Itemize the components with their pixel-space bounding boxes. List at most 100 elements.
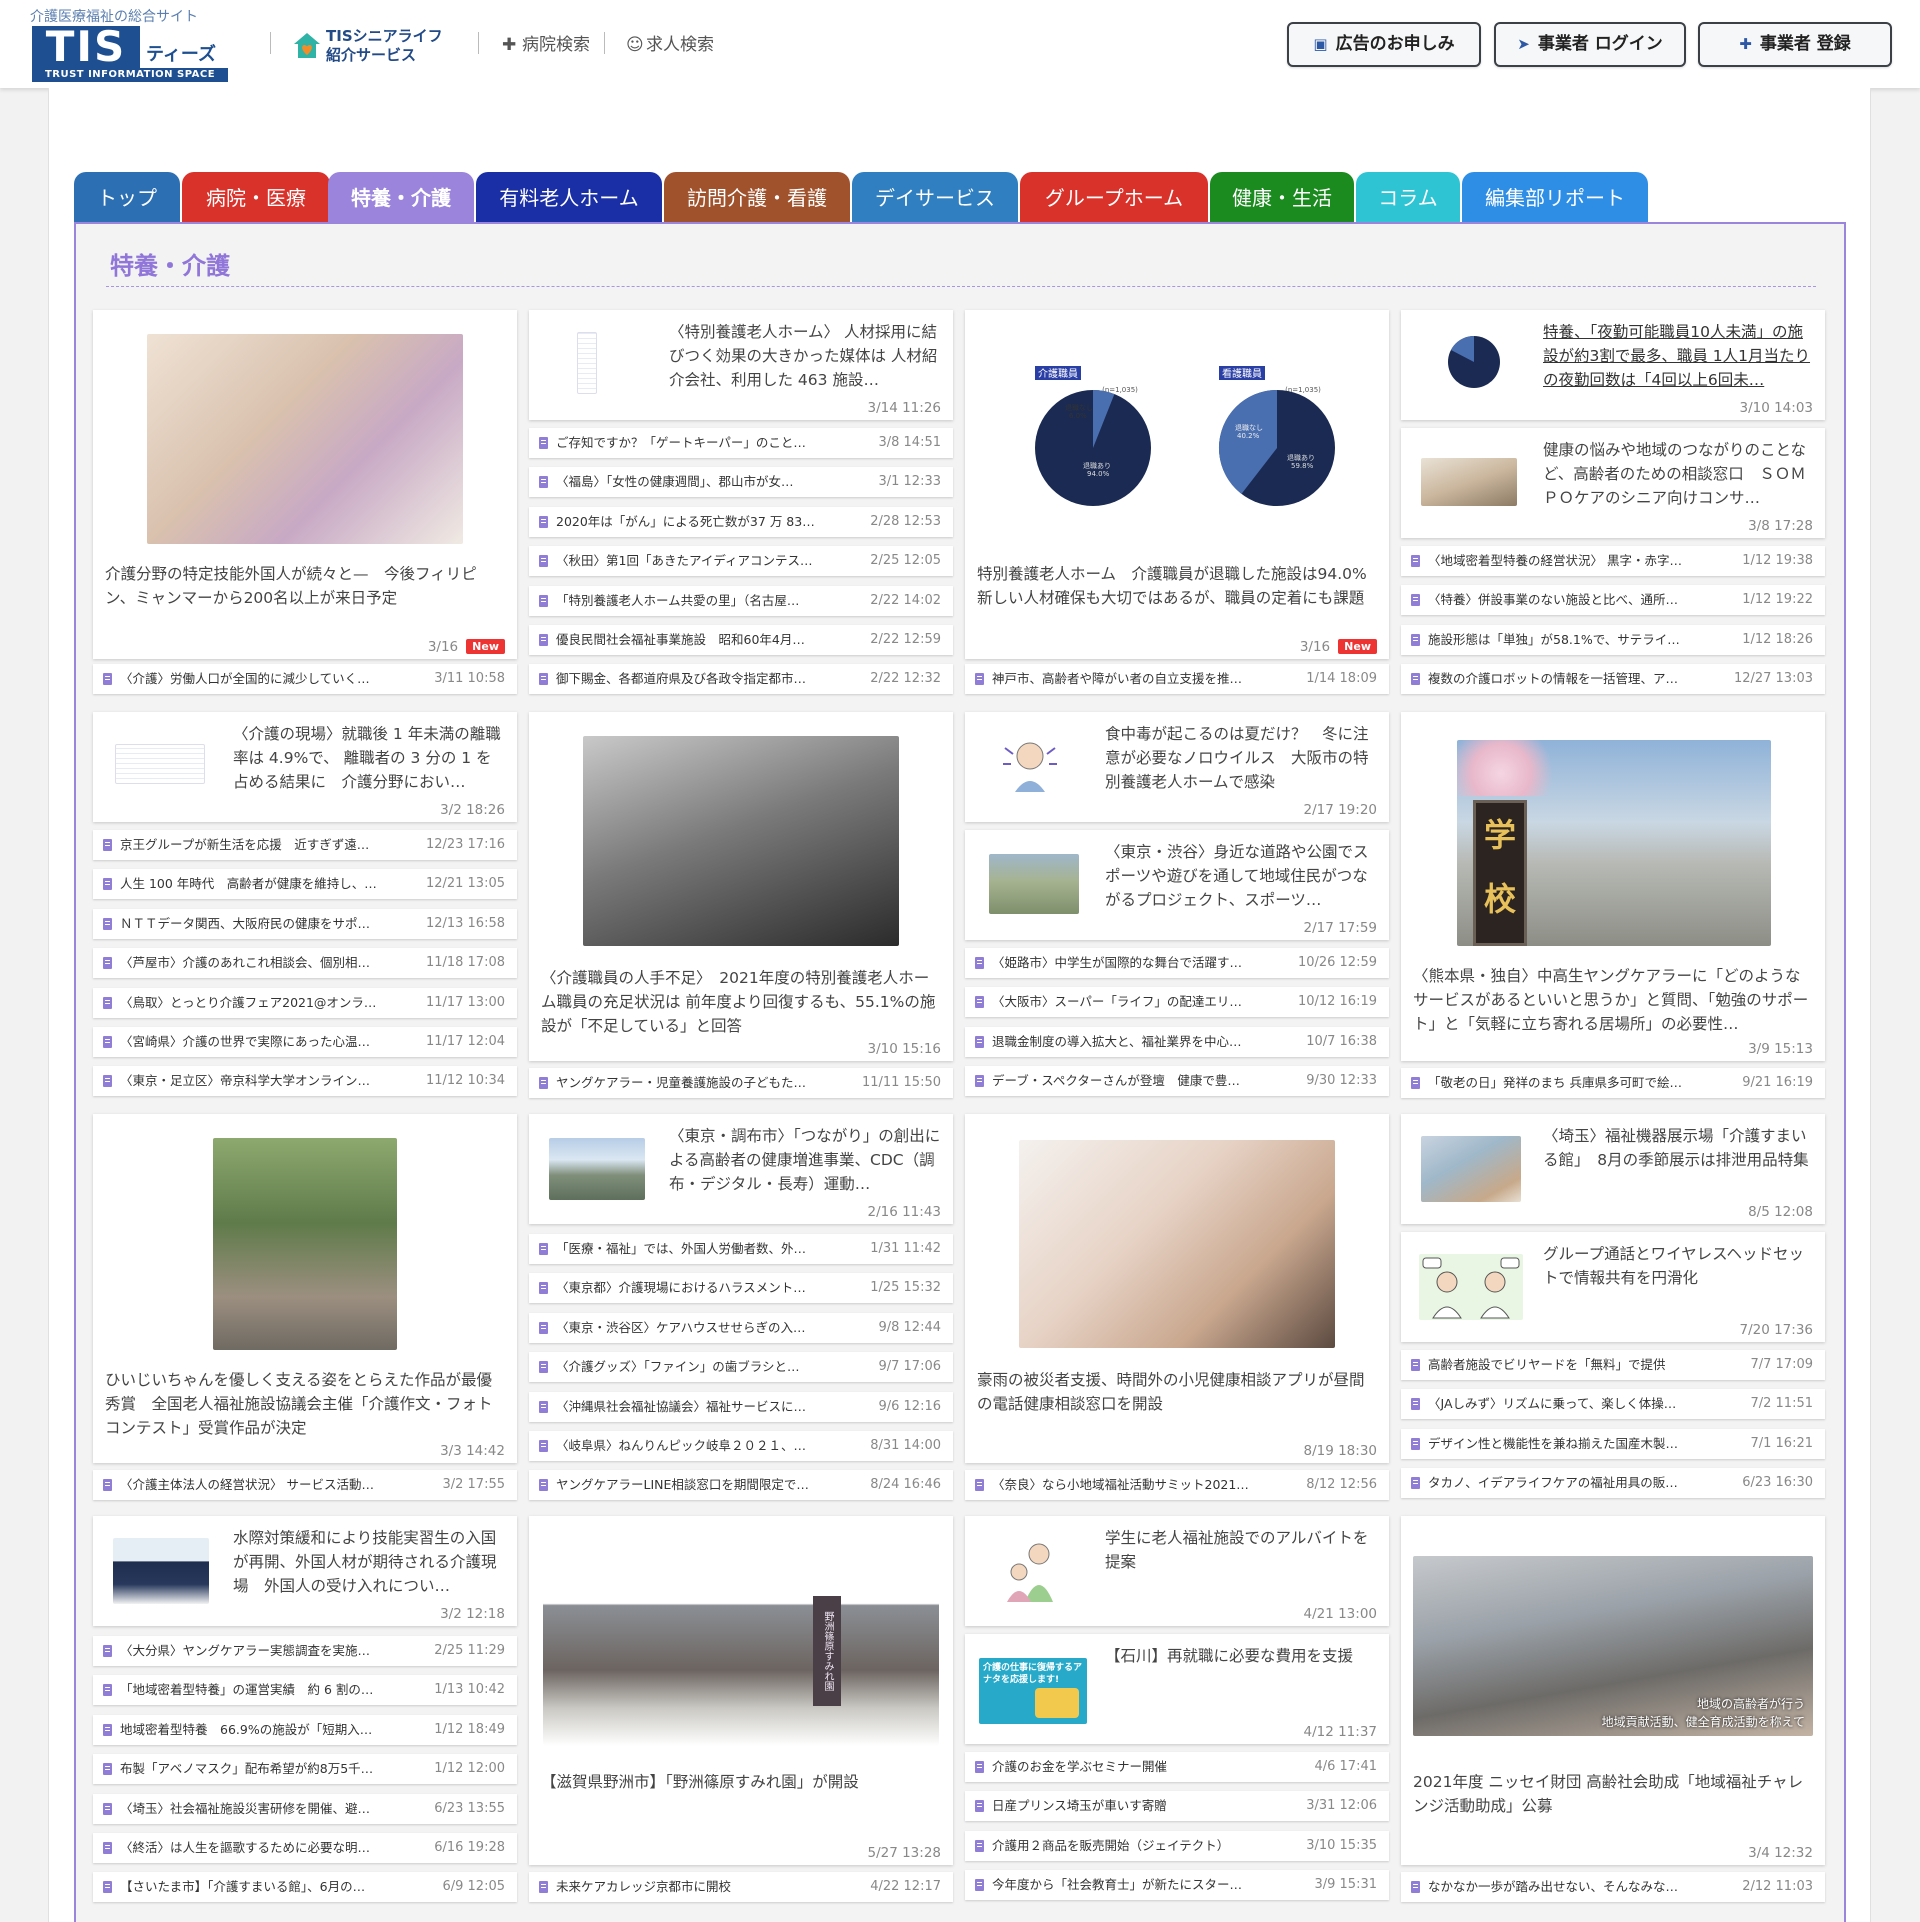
article-card[interactable]: 〈介護の現場〉就職後 1 年未満の離職率は 4.9%で、 離職者の 3 分の 1… [93, 712, 517, 822]
headline-row[interactable]: 〈秋田〉第1回「あきたアイディアコンテス… 2/25 12:05 [529, 546, 953, 577]
headline-title[interactable]: 〈東京都〉介護現場におけるハラスメント… [556, 1273, 806, 1303]
headline-title[interactable]: 介護用２商品を販売開始（ジェイテクト） [992, 1831, 1229, 1861]
article-card[interactable]: 学生に老人福祉施設でのアルバイトを提案 4/21 13:00 [965, 1516, 1389, 1626]
headline-title[interactable]: 〈埼玉〉社会福祉施設災害研修を開催、避… [120, 1794, 370, 1824]
headline-row[interactable]: 〈芦屋市〉介護のあれこれ相談会、個別相… 11/18 17:08 [93, 948, 517, 979]
headline-row[interactable]: 地域密着型特養 66.9%の施設が「短期入… 1/12 18:49 [93, 1714, 517, 1745]
headline-title[interactable]: 「医療・福祉」では、外国人労働者数、外… [556, 1234, 806, 1264]
article-card[interactable]: 特養、「夜勤可能職員10人未満」の施設が約3割で最多、職員 1人1月当たりの夜勤… [1401, 310, 1825, 420]
article-title[interactable]: 介護分野の特定技能外国人が続々と— 今後フィリピン、ミャンマーから200名以上が… [105, 562, 505, 610]
tab-editorial-report[interactable]: 編集部リポート [1462, 172, 1648, 224]
headline-row[interactable]: 退職金制度の導入拡大と、福祉業界を中心… 10/7 16:38 [965, 1026, 1389, 1057]
article-title[interactable]: 2021年度 ニッセイ財団 高齢社会助成「地域福祉チャレンジ活動助成」公募 [1413, 1770, 1813, 1818]
headline-row[interactable]: なかなか一歩が踏み出せない、そんなみな… 2/12 11:03 [1401, 1872, 1825, 1902]
headline-row[interactable]: 介護のお金を学ぶセミナー開催 4/6 17:41 [965, 1752, 1389, 1782]
senior-life-link[interactable]: TISシニアライフ 紹介サービス [290, 26, 458, 66]
headline-row[interactable]: 布製「アベノマスク」配布希望が約8万5千… 1/12 12:00 [93, 1754, 517, 1785]
headline-title[interactable]: 2020年は「がん」による死亡数が37 万 83… [556, 507, 815, 537]
article-card-featured[interactable]: 野洲篠原すみれ園 【滋賀県野洲市】「野洲篠原すみれ園」が開設 5/27 13:2… [529, 1516, 953, 1865]
headline-title[interactable]: 御下賜金、各都道府県及び各政令指定都市… [556, 664, 806, 694]
article-title[interactable]: 特別養護老人ホーム 介護職員が退職した施設は94.0% 新しい人材確保も大切では… [977, 562, 1382, 610]
headline-title[interactable]: 〈宮崎県〉介護の世界で実際にあった心温… [120, 1027, 370, 1057]
headline-row[interactable]: 〈JAしみず〉リズムに乗って、楽しく体操… 7/2 11:51 [1401, 1389, 1825, 1420]
headline-row[interactable]: 〈姫路市〉中学生が国際的な舞台で活躍す… 10/26 12:59 [965, 948, 1389, 978]
business-login-button[interactable]: ➤ 事業者 ログイン [1494, 22, 1686, 67]
headline-row[interactable]: 介護用２商品を販売開始（ジェイテクト） 3/10 15:35 [965, 1830, 1389, 1861]
headline-title[interactable]: ヤングケアラーLINE相談窓口を期間限定で… [556, 1470, 809, 1500]
headline-title[interactable]: タカノ、イデアライフケアの福祉用具の販… [1428, 1468, 1678, 1498]
tab-nursing-care[interactable]: 特養・介護 [328, 172, 474, 224]
headline-row[interactable]: 〈介護〉労働人口が全国的に減少していく… 3/11 10:58 [93, 664, 517, 694]
headline-title[interactable]: 〈地域密着型特養の経営状況〉 黒字・赤字… [1428, 546, 1682, 576]
headline-row[interactable]: デーブ・スペクターさんが登壇 健康で豊… 9/30 12:33 [965, 1066, 1389, 1097]
headline-row[interactable]: 京王グループが新生活を応援 近すぎず遠… 12/23 17:16 [93, 830, 517, 860]
headline-row[interactable]: 〈福島〉「女性の健康週間」、郡山市が女… 3/1 12:33 [529, 467, 953, 498]
article-card[interactable]: 食中毒が起こるのは夏だけ？ 冬に注意が必要なノロウイルス 大阪市の特別養護老人ホ… [965, 712, 1389, 822]
headline-row[interactable]: 優良民間社会福祉事業施設 昭和60年4月… 2/22 12:59 [529, 625, 953, 655]
headline-title[interactable]: ご存知ですか？「ゲートキーパー」のこと… [556, 428, 806, 458]
tab-home-visit-care[interactable]: 訪問介護・看護 [664, 172, 850, 224]
article-card[interactable]: 健康の悩みや地域のつながりのことなど、高齢者のための相談窓口 ＳＯＭＰＯケアのシ… [1401, 428, 1825, 538]
headline-title[interactable]: 地域密着型特養 66.9%の施設が「短期入… [120, 1715, 372, 1745]
headline-row[interactable]: タカノ、イデアライフケアの福祉用具の販… 6/23 16:30 [1401, 1468, 1825, 1499]
headline-title[interactable]: 〈鳥取〉とっとり介護フェア2021@オンラ… [120, 988, 376, 1018]
headline-title[interactable]: 施設形態は「単独」が58.1%で、サテライ… [1428, 625, 1680, 655]
headline-title[interactable]: 〈秋田〉第1回「あきたアイディアコンテス… [556, 546, 812, 576]
headline-row[interactable]: 「地域密着型特養」の運営実績 約 6 割の… 1/13 10:42 [93, 1675, 517, 1706]
headline-title[interactable]: なかなか一歩が踏み出せない、そんなみな… [1428, 1872, 1678, 1902]
headline-row[interactable]: 高齢者施設でビリヤードを「無料」で提供 7/7 17:09 [1401, 1350, 1825, 1380]
article-title[interactable]: 食中毒が起こるのは夏だけ？ 冬に注意が必要なノロウイルス 大阪市の特別養護老人ホ… [1105, 722, 1377, 794]
headline-title[interactable]: 〈奈良〉なら小地域福祉活動サミット2021… [992, 1470, 1249, 1500]
article-card-featured[interactable]: 介護職員 (n=1,035) 退職なし 6.0% 退職あり 94.0% 看護職員… [965, 310, 1389, 659]
headline-title[interactable]: デザイン性と機能性を兼ね揃えた国産木製… [1428, 1429, 1678, 1459]
headline-title[interactable]: 退職金制度の導入拡大と、福祉業界を中心… [992, 1027, 1242, 1057]
headline-row[interactable]: ヤングケアラーLINE相談窓口を期間限定で… 8/24 16:46 [529, 1470, 953, 1501]
headline-row[interactable]: 〈東京都〉介護現場におけるハラスメント… 1/25 15:32 [529, 1273, 953, 1304]
article-title[interactable]: 〈熊本県・独自〉中高生ヤングケアラーに「どのようなサービスがあるといいと思うか」… [1413, 964, 1813, 1036]
headline-row[interactable]: デザイン性と機能性を兼ね揃えた国産木製… 7/1 16:21 [1401, 1428, 1825, 1459]
headline-row[interactable]: ご存知ですか？「ゲートキーパー」のこと… 3/8 14:51 [529, 428, 953, 458]
headline-row[interactable]: 〈埼玉〉社会福祉施設災害研修を開催、避… 6/23 13:55 [93, 1793, 517, 1824]
headline-title[interactable]: 神戸市、高齢者や障がい者の自立支援を推… [992, 664, 1242, 694]
article-card[interactable]: 〈埼玉〉福祉機器展示場「介護すまいる館」 8月の季節展示は排泄用品特集 8/5 … [1401, 1114, 1825, 1224]
article-card[interactable]: 〈東京・調布市〉「つながり」の創出による高齢者の健康増進事業、CDC（調布・デジ… [529, 1114, 953, 1224]
headline-row[interactable]: 「敬老の日」発祥のまち 兵庫県多可町で絵… 9/21 16:19 [1401, 1068, 1825, 1098]
article-card[interactable]: 水際対策緩和により技能実習生の入国が再開、外国人材が期待される介護現場 外国人の… [93, 1516, 517, 1626]
article-title[interactable]: 豪雨の被災者支援、時間外の小児健康相談アプリが昼間の電話健康相談窓口を開設 [977, 1368, 1377, 1416]
article-card[interactable]: グループ通話とワイヤレスヘッドセットで情報共有を円滑化 7/20 17:36 [1401, 1232, 1825, 1342]
article-card-featured[interactable]: 〈介護職員の人手不足〉 2021年度の特別養護老人ホーム職員の充足状況は 前年度… [529, 712, 953, 1061]
headline-title[interactable]: 〈終活〉は人生を謳歌するために必要な明… [120, 1833, 370, 1863]
article-card-featured[interactable]: 介護分野の特定技能外国人が続々と— 今後フィリピン、ミャンマーから200名以上が… [93, 310, 517, 659]
headline-row[interactable]: ＮＴＴデータ関西、大阪府民の健康をサポ… 12/13 16:58 [93, 908, 517, 939]
headline-row[interactable]: 〈大阪市〉スーパー「ライフ」の配達エリ… 10/12 16:19 [965, 987, 1389, 1018]
headline-row[interactable]: 神戸市、高齢者や障がい者の自立支援を推… 1/14 18:09 [965, 664, 1389, 694]
headline-row[interactable]: 〈宮崎県〉介護の世界で実際にあった心温… 11/17 12:04 [93, 1027, 517, 1057]
nav-hospital-search[interactable]: ✚ 病院検索 [502, 30, 590, 55]
article-title[interactable]: 〈介護職員の人手不足〉 2021年度の特別養護老人ホーム職員の充足状況は 前年度… [541, 966, 941, 1038]
tab-hospital[interactable]: 病院・医療 [182, 172, 330, 224]
headline-title[interactable]: デーブ・スペクターさんが登壇 健康で豊… [992, 1066, 1240, 1096]
headline-title[interactable]: 〈介護グッズ〉「ファイン」の歯ブラシと… [556, 1352, 800, 1382]
headline-row[interactable]: 未来ケアカレッジ京都市に開校 4/22 12:17 [529, 1872, 953, 1902]
ad-inquiry-button[interactable]: ▣ 広告のお申しみ [1287, 22, 1481, 67]
headline-title[interactable]: 今年度から「社会教育士」が新たにスター… [992, 1870, 1242, 1900]
headline-title[interactable]: 〈大阪市〉スーパー「ライフ」の配達エリ… [992, 987, 1242, 1017]
headline-title[interactable]: 「敬老の日」発祥のまち 兵庫県多可町で絵… [1428, 1068, 1682, 1098]
headline-title[interactable]: 〈岐阜県〉ねんりんピック岐阜２０２１、… [556, 1431, 806, 1461]
tab-health-life[interactable]: 健康・生活 [1210, 172, 1354, 224]
business-register-button[interactable]: ✚ 事業者 登録 [1698, 22, 1892, 67]
headline-title[interactable]: 京王グループが新生活を応援 近すぎず遠… [120, 830, 369, 860]
headline-row[interactable]: 〈鳥取〉とっとり介護フェア2021@オンラ… 11/17 13:00 [93, 987, 517, 1018]
tab-paid-nursing-home[interactable]: 有料老人ホーム [476, 172, 662, 224]
headline-row[interactable]: 〈終活〉は人生を謳歌するために必要な明… 6/16 19:28 [93, 1833, 517, 1863]
article-title[interactable]: 〈東京・調布市〉「つながり」の創出による高齢者の健康増進事業、CDC（調布・デジ… [669, 1124, 941, 1196]
headline-row[interactable]: 〈特養〉併設事業のない施設と比べ、通所… 1/12 19:22 [1401, 585, 1825, 616]
headline-row[interactable]: 〈東京・足立区〉帝京科学大学オンライン… 11/12 10:34 [93, 1066, 517, 1097]
nav-job-search[interactable]: ☺ 求人検索 [626, 30, 714, 55]
article-title[interactable]: 〈特別養護老人ホーム〉 人材採用に結びつく効果の大きかった媒体は 人材紹介会社、… [669, 320, 941, 392]
article-title[interactable]: ひいじいちゃんを優しく支える姿をとらえた作品が最優秀賞 全国老人福祉施設協議会主… [105, 1368, 505, 1440]
article-card-featured[interactable]: 豪雨の被災者支援、時間外の小児健康相談アプリが昼間の電話健康相談窓口を開設 8/… [965, 1114, 1389, 1463]
headline-row[interactable]: ヤングケアラー・児童養護施設の子どもた… 11/11 15:50 [529, 1068, 953, 1098]
article-card-featured[interactable]: 学校 〈熊本県・独自〉中高生ヤングケアラーに「どのようなサービスがあるといいと思… [1401, 712, 1825, 1061]
article-card[interactable]: 〈特別養護老人ホーム〉 人材採用に結びつく効果の大きかった媒体は 人材紹介会社、… [529, 310, 953, 420]
